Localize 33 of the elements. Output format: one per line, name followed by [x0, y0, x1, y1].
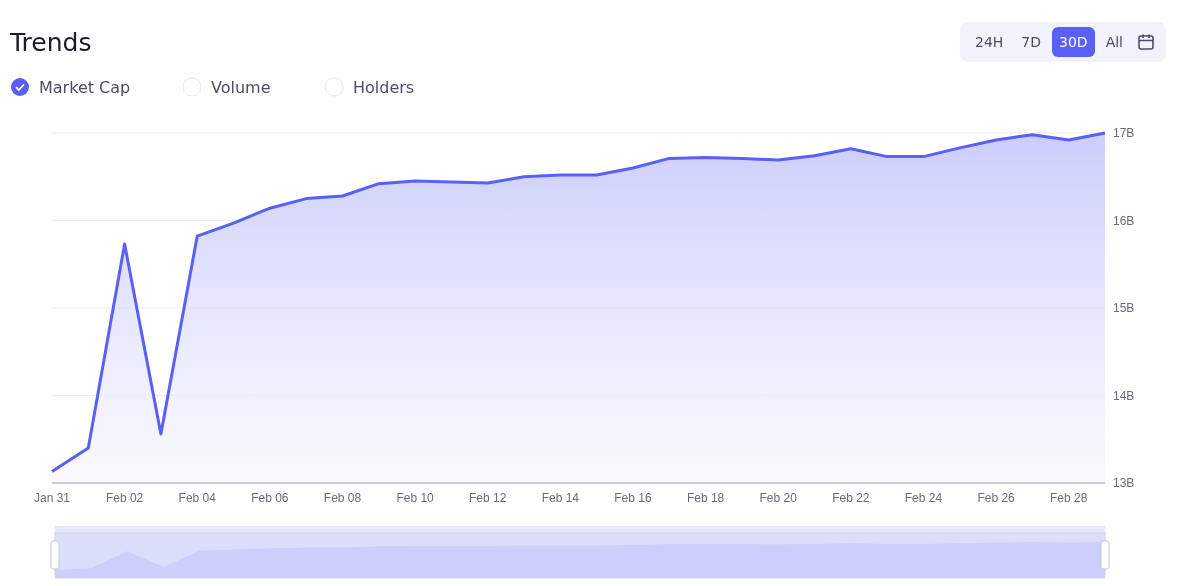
y-axis-label: 15B	[1113, 301, 1135, 315]
range-handle[interactable]	[1100, 540, 1110, 570]
x-axis-label: Feb 16	[614, 491, 652, 505]
metric-label[interactable]: Volume	[211, 77, 271, 97]
y-axis-label: 13B	[1113, 476, 1135, 490]
x-axis-label: Feb 02	[105, 491, 144, 505]
x-axis-label: Feb 14	[541, 491, 579, 505]
x-axis-label: Feb 28	[1050, 491, 1088, 505]
range-slider[interactable]	[50, 526, 1110, 579]
x-axis-label: Feb 24	[904, 491, 943, 505]
calendar-icon	[1136, 32, 1156, 52]
x-axis-label: Feb 18	[686, 491, 725, 505]
range-handle[interactable]	[50, 540, 60, 570]
range-tab[interactable]: 24H	[968, 27, 1011, 57]
section-title: Trends	[10, 27, 92, 57]
x-axis-label: Feb 20	[759, 491, 797, 505]
range-tab[interactable]: 7D	[1014, 27, 1049, 57]
x-axis-label: Feb 04	[178, 491, 216, 505]
metric-label[interactable]: Holders	[353, 77, 415, 97]
y-axis-label: 17B	[1113, 126, 1135, 140]
x-axis-label: Feb 12	[469, 491, 507, 505]
y-axis-label: 14B	[1113, 388, 1135, 403]
y-axis-label: 16B	[1113, 213, 1135, 228]
x-axis-label: Feb 08	[323, 491, 362, 505]
checked-radio[interactable]	[10, 77, 30, 97]
x-axis-label: Feb 10	[396, 491, 434, 505]
x-axis-label: Jan 31	[34, 491, 70, 505]
metric-label[interactable]: Market Cap	[39, 77, 131, 97]
x-axis-label: Feb 06	[251, 491, 289, 505]
range-tab[interactable]: All	[1098, 27, 1130, 57]
range-tab[interactable]: 30D	[1052, 27, 1095, 57]
x-axis-label: Feb 22	[832, 491, 870, 505]
x-axis-label: Feb 26	[977, 491, 1015, 505]
